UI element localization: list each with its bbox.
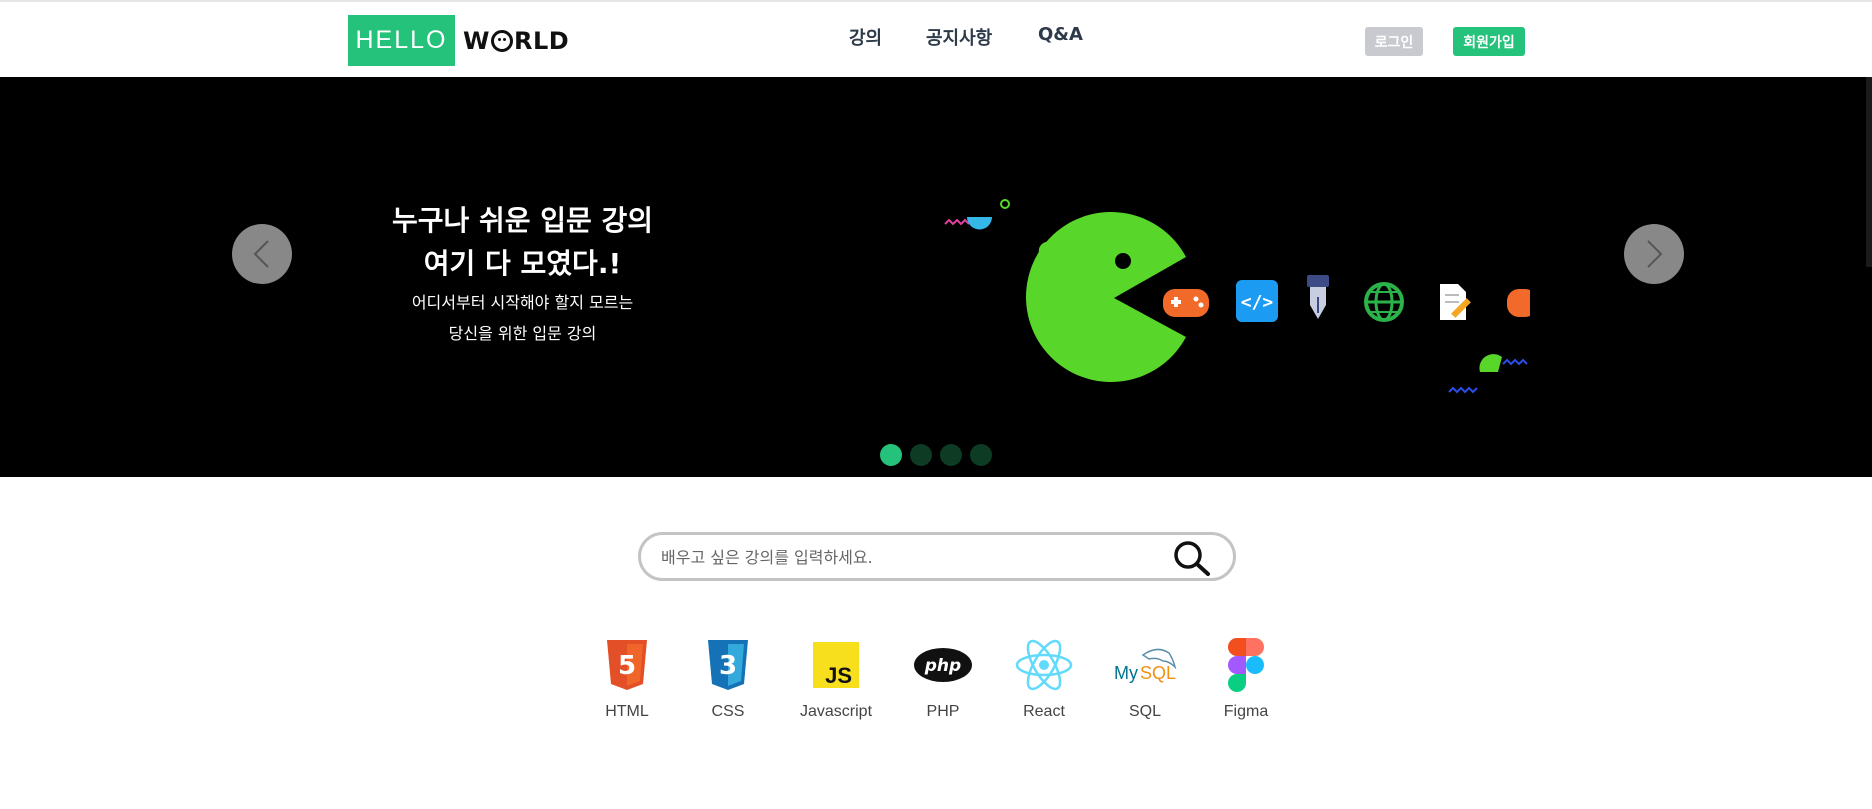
css3-icon: 3 (708, 640, 748, 690)
chevron-right-icon (1647, 240, 1663, 268)
category-css[interactable]: 3 CSS (678, 638, 778, 721)
category-label: SQL (1128, 703, 1161, 720)
svg-text:JS: JS (825, 663, 852, 688)
svg-text:php: php (924, 656, 961, 676)
signup-button[interactable]: 회원가입 (1453, 27, 1525, 56)
svg-text:My: My (1114, 663, 1138, 683)
svg-text:5: 5 (618, 651, 636, 681)
php-icon: php (914, 648, 972, 682)
carousel-dot-4[interactable] (970, 444, 992, 466)
category-sql[interactable]: My SQL SQL (1095, 638, 1195, 721)
carousel-indicators (880, 444, 992, 466)
chevron-left-icon (253, 240, 269, 268)
figma-icon (1228, 638, 1264, 692)
category-label: Javascript (799, 703, 873, 720)
hero-subtitle-line-1: 어디서부터 시작해야 할지 모르는 (411, 293, 634, 312)
gamepad-partial-icon (1507, 289, 1530, 317)
react-icon (1015, 639, 1073, 691)
pacman-icon (1026, 212, 1186, 382)
logo-world: W RLD (463, 27, 569, 55)
html5-icon: 5 (607, 640, 647, 690)
carousel-dot-1[interactable] (880, 444, 902, 466)
category-label: PHP (926, 703, 960, 720)
hero-title-line-2: 여기 다 모였다.! (423, 247, 622, 280)
category-html[interactable]: 5 HTML (577, 638, 677, 721)
login-button[interactable]: 로그인 (1365, 27, 1423, 56)
svg-text:SQL: SQL (1140, 663, 1176, 683)
smiley-face-icon (490, 29, 513, 52)
search-icon (1174, 541, 1210, 576)
search-bar (638, 532, 1236, 581)
category-label: HTML (605, 703, 649, 720)
carousel-dot-2[interactable] (910, 444, 932, 466)
mysql-icon: My SQL (1114, 648, 1177, 683)
hero-title: 누구나 쉬운 입문 강의 여기 다 모였다.! (355, 199, 690, 285)
category-php[interactable]: php PHP (893, 638, 993, 721)
globe-icon (1364, 282, 1404, 322)
javascript-icon: JS (813, 642, 859, 688)
decoration-squiggle-bottom (1448, 354, 1528, 394)
category-label: Figma (1223, 703, 1269, 720)
code-icon: </> (1236, 280, 1278, 322)
svg-text:3: 3 (719, 651, 737, 681)
hero-carousel: 누구나 쉬운 입문 강의 여기 다 모였다.! 어디서부터 시작해야 할지 모르… (0, 77, 1872, 477)
carousel-next-button[interactable] (1624, 224, 1684, 284)
logo-world-w: W (463, 26, 490, 55)
document-edit-icon (1440, 284, 1471, 320)
logo-hello: HELLO (348, 15, 455, 66)
site-logo[interactable]: HELLO W RLD (348, 15, 569, 66)
category-list: 5 HTML 3 CSS JS Javascript php PHP React… (0, 638, 1872, 728)
hero-title-line-1: 누구나 쉬운 입문 강의 (391, 204, 654, 237)
category-label: React (1023, 703, 1065, 720)
hero-subtitle-line-2: 당신을 위한 입문 강의 (448, 324, 597, 343)
logo-world-rest: RLD (513, 26, 570, 55)
site-header: HELLO W RLD 강의 공지사항 Q&A 로그인 회원가입 (0, 2, 1872, 77)
search-input[interactable] (661, 544, 1141, 570)
nav-notices[interactable]: 공지사항 (926, 24, 992, 50)
gamepad-icon (1163, 289, 1209, 317)
category-react[interactable]: React (994, 638, 1094, 721)
nav-courses[interactable]: 강의 (849, 24, 882, 50)
decoration-squiggle-top (944, 199, 1010, 230)
carousel-dot-3[interactable] (940, 444, 962, 466)
svg-text:</>: </> (1241, 292, 1274, 313)
category-javascript[interactable]: JS Javascript (786, 638, 886, 721)
hero-illustration: </> (944, 199, 1530, 394)
category-figma[interactable]: Figma (1196, 638, 1296, 721)
pen-nib-icon (1307, 275, 1329, 319)
page-scrollbar[interactable] (1866, 77, 1872, 267)
search-button[interactable] (1172, 539, 1212, 577)
hero-subtitle: 어디서부터 시작해야 할지 모르는 당신을 위한 입문 강의 (355, 287, 690, 349)
category-label: CSS (711, 703, 745, 720)
nav-qna[interactable]: Q&A (1038, 24, 1083, 45)
carousel-prev-button[interactable] (232, 224, 292, 284)
